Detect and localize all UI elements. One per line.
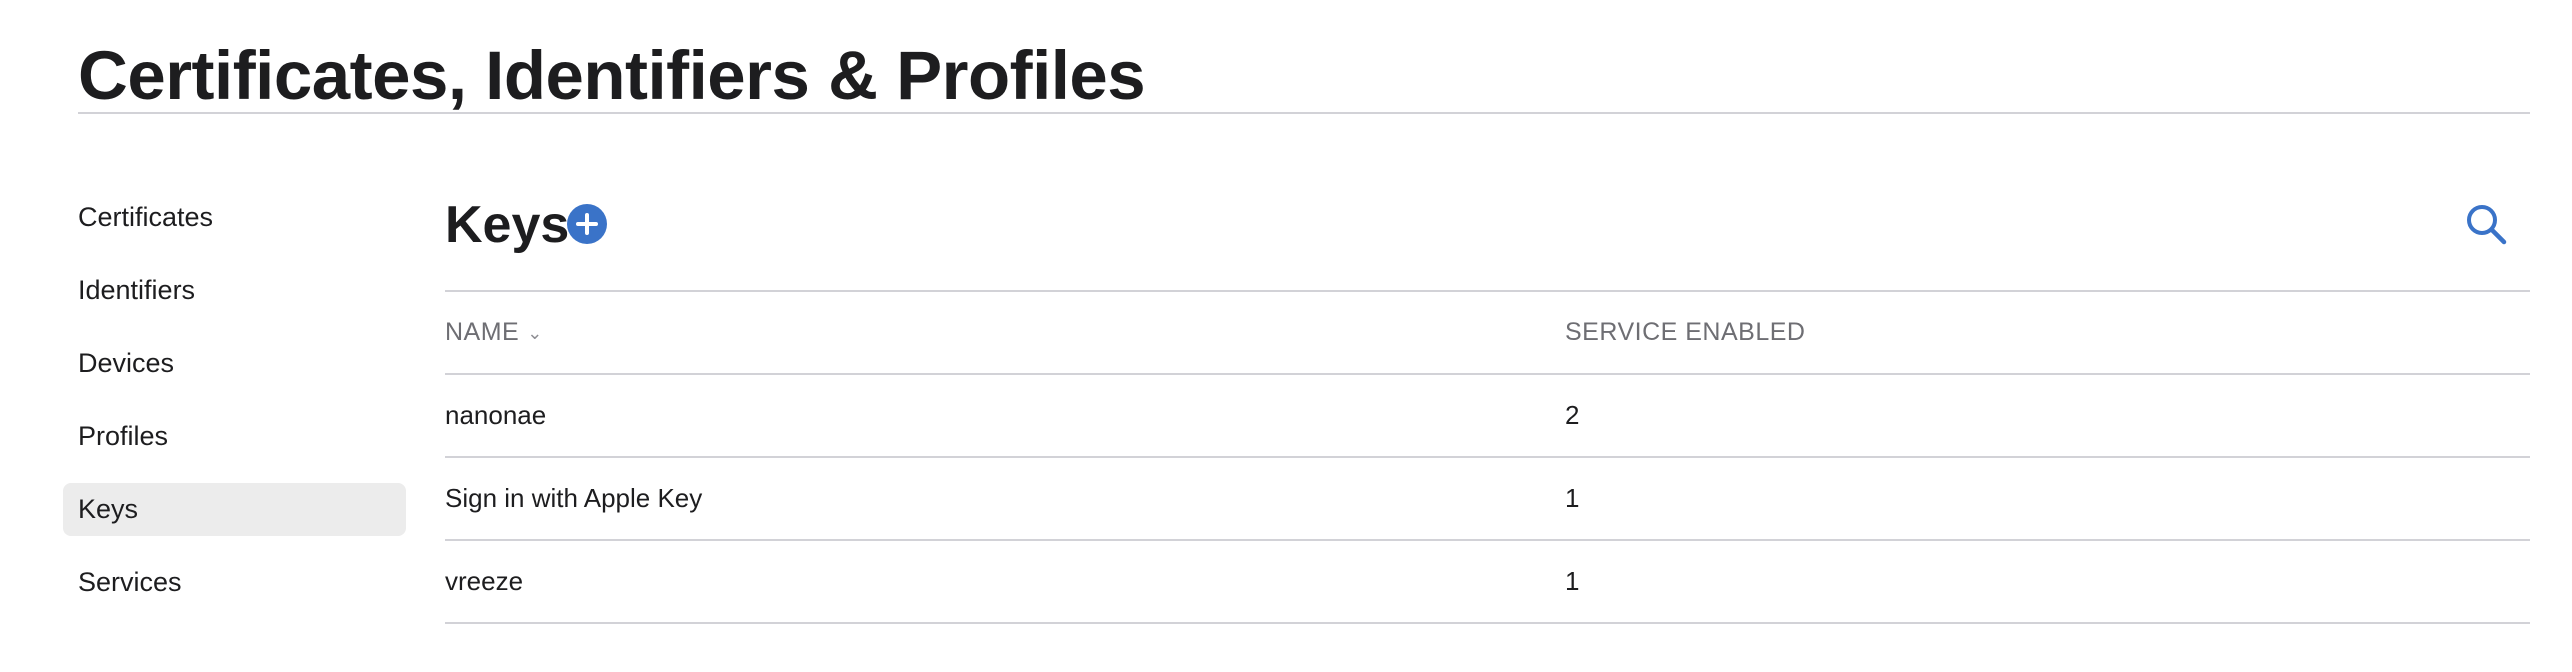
sidebar-item-profiles[interactable]: Profiles <box>63 410 406 463</box>
key-name-cell[interactable]: Sign in with Apple Key <box>445 458 702 539</box>
plus-circle-icon[interactable] <box>567 204 607 244</box>
search-icon[interactable] <box>2464 202 2508 246</box>
key-name-cell[interactable]: nanonae <box>445 375 546 456</box>
table-row[interactable]: nanonae 2 <box>445 375 2530 458</box>
title-divider <box>78 112 2530 114</box>
sidebar-item-label: Identifiers <box>78 275 196 305</box>
key-name-cell[interactable]: vreeze <box>445 541 523 622</box>
column-header-label: NAME <box>445 318 520 346</box>
chevron-down-icon[interactable]: ⌄ <box>527 293 543 374</box>
sidebar: Certificates Identifiers Devices Profile… <box>63 191 406 629</box>
service-count-cell: 1 <box>1565 483 1580 513</box>
section-header: Keys <box>445 180 2530 290</box>
table-row[interactable]: Sign in with Apple Key 1 <box>445 458 2530 541</box>
sidebar-item-label: Services <box>78 567 182 597</box>
plus-glyph <box>576 213 598 235</box>
table-row[interactable]: vreeze 1 <box>445 541 2530 624</box>
column-header-label: SERVICE ENABLED <box>1565 318 1806 346</box>
sidebar-item-label: Certificates <box>78 202 214 232</box>
sidebar-item-label: Devices <box>78 348 175 378</box>
column-header-service-enabled[interactable]: SERVICE ENABLED <box>1565 292 1805 373</box>
sidebar-item-certificates[interactable]: Certificates <box>63 191 406 244</box>
section-title: Keys <box>445 196 570 254</box>
sidebar-item-identifiers[interactable]: Identifiers <box>63 264 406 317</box>
sidebar-item-devices[interactable]: Devices <box>63 337 406 390</box>
keys-table: NAME ⌄ SERVICE ENABLED nanonae 2 Sign in … <box>445 290 2530 624</box>
service-count-cell: 2 <box>1565 400 1580 430</box>
page-title: Certificates, Identifiers & Profiles <box>78 37 1146 114</box>
sidebar-item-services[interactable]: Services <box>63 556 406 609</box>
sidebar-item-label: Keys <box>78 494 139 524</box>
column-header-name[interactable]: NAME ⌄ <box>445 292 543 374</box>
magnifier-glyph <box>2467 205 2507 245</box>
sidebar-item-label: Profiles <box>78 421 169 451</box>
main-content: Keys NAME ⌄ SERVICE ENABLED nanonae 2 Si… <box>445 180 2530 624</box>
sidebar-item-keys[interactable]: Keys <box>63 483 406 536</box>
table-header: NAME ⌄ SERVICE ENABLED <box>445 292 2530 375</box>
service-count-cell: 1 <box>1565 566 1580 596</box>
